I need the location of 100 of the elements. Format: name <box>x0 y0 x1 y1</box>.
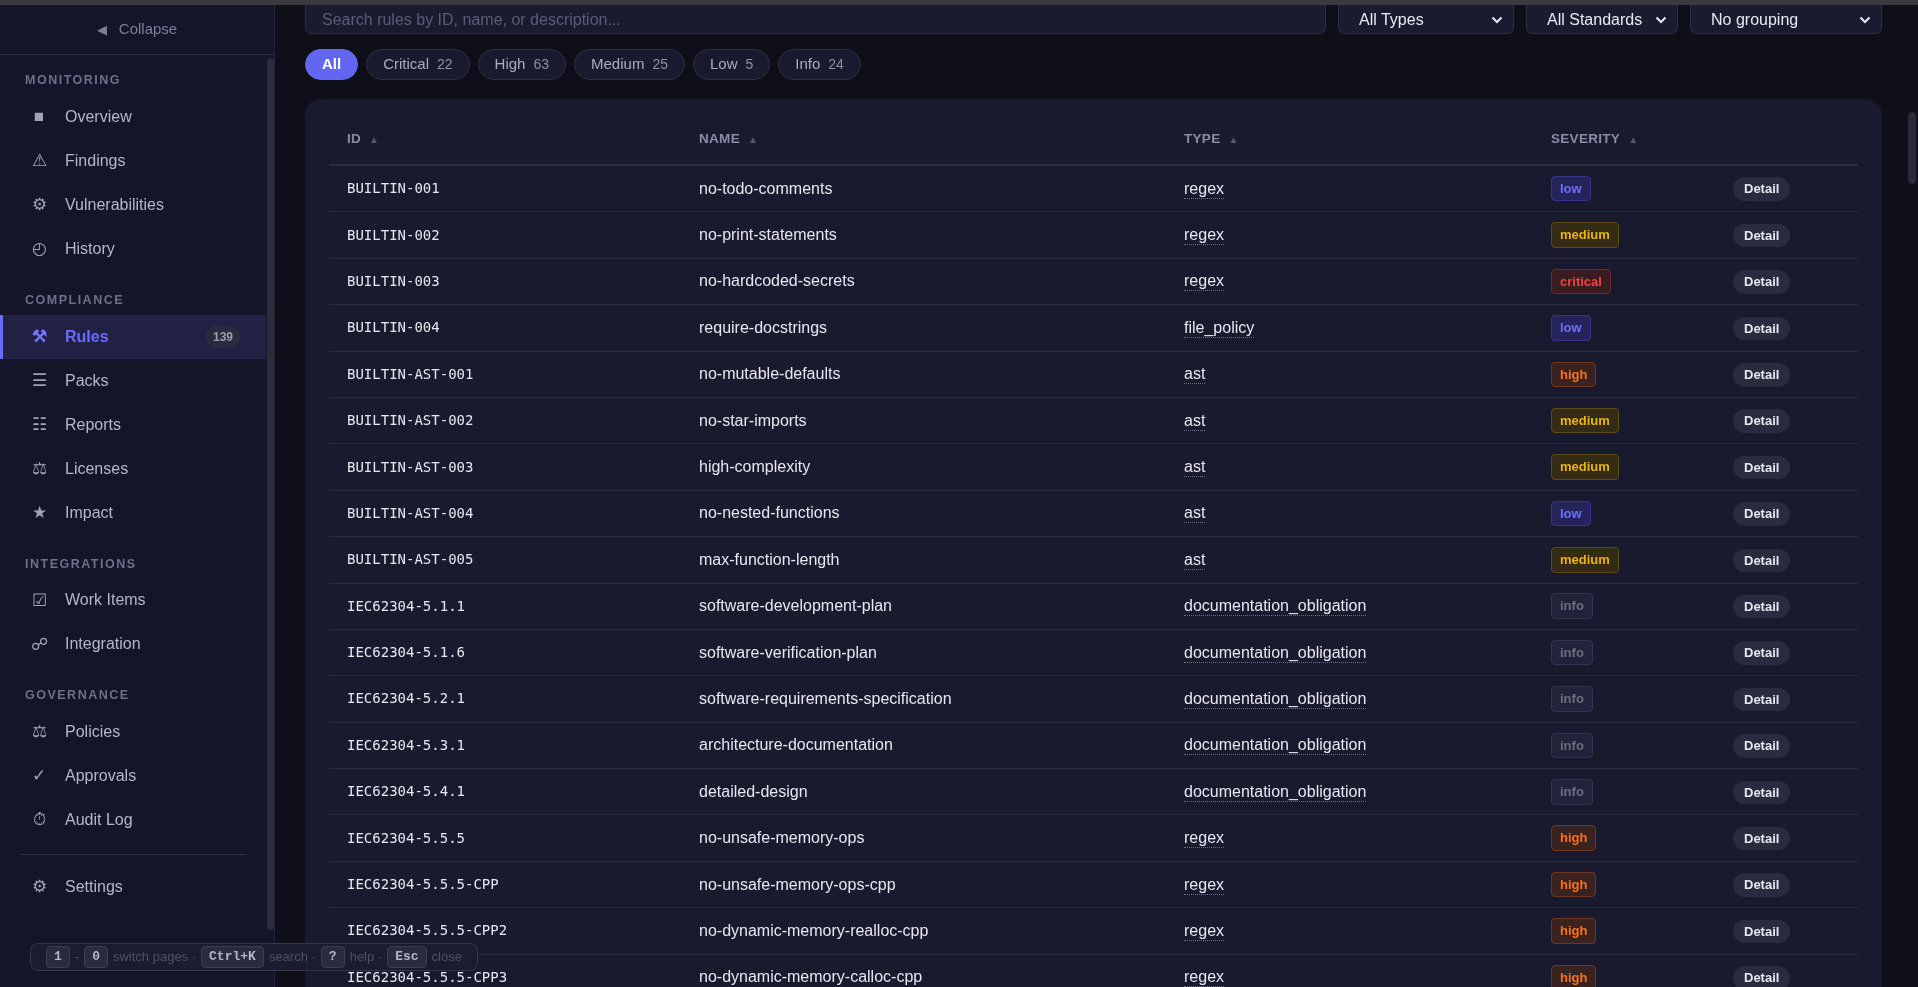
detail-button[interactable]: Detail <box>1733 502 1791 526</box>
sidebar-item[interactable]: ⚙ Settings <box>0 865 266 909</box>
table-cell-text: no-todo-comments <box>699 178 834 199</box>
sidebar-item[interactable]: ⚖ Policies <box>0 710 266 754</box>
detail-button[interactable]: Detail <box>1733 316 1791 341</box>
type-label[interactable]: documentation_obligation <box>1184 690 1367 709</box>
table-cell-text: BUILTIN-002 <box>346 225 441 245</box>
severity-filter-chip[interactable]: All <box>305 49 359 80</box>
sidebar-item[interactable]: ■ Overview <box>0 94 266 139</box>
severity-filter-chip[interactable]: High 63 <box>477 49 567 80</box>
severity-badge: critical <box>1551 268 1611 295</box>
filter-dropdown[interactable]: All Types <box>1338 5 1514 34</box>
severity-filter-chip[interactable]: Low 5 <box>692 49 771 80</box>
type-label[interactable]: regex <box>1184 829 1225 849</box>
type-label[interactable]: ast <box>1184 504 1206 524</box>
detail-button[interactable]: Detail <box>1733 594 1791 619</box>
severity-filter-chip[interactable]: Info 24 <box>778 49 861 80</box>
sidebar-item[interactable]: ⚒ Rules 139 <box>0 314 266 359</box>
detail-button[interactable]: Detail <box>1733 270 1791 294</box>
search-field[interactable]: Search rules by ID, name, or description... <box>305 5 1326 34</box>
table-cell-text: BUILTIN-AST-002 <box>346 411 475 431</box>
severity-badge: info <box>1551 686 1593 712</box>
table-cell-text: IEC62304-5.5.5-CPP3 <box>346 967 509 987</box>
table-cell-text: BUILTIN-001 <box>346 179 441 199</box>
type-label[interactable]: regex <box>1184 921 1225 941</box>
severity-badge: high <box>1551 964 1597 987</box>
detail-button[interactable]: Detail <box>1733 966 1791 987</box>
table-cell-text: architecture-documentation <box>699 735 894 756</box>
detail-button[interactable]: Detail <box>1733 177 1791 201</box>
sidebar-item[interactable]: ✓ Approvals <box>0 754 266 798</box>
table-cell-text: no-star-imports <box>699 410 808 431</box>
table-cell-text: no-dynamic-memory-realloc-cpp <box>699 920 930 941</box>
sidebar-item[interactable]: ⚠ Findings <box>0 138 266 183</box>
detail-button[interactable]: Detail <box>1733 873 1791 897</box>
sidebar-item[interactable]: ☰ Packs <box>0 358 266 403</box>
detail-button[interactable]: Detail <box>1733 687 1791 712</box>
key-cap: Esc <box>387 946 427 968</box>
nav-icon: ⚖ <box>30 719 48 745</box>
detail-button[interactable]: Detail <box>1733 734 1791 758</box>
nav-icon: ◴ <box>30 236 48 262</box>
scrollbar[interactable] <box>1908 112 1916 184</box>
type-label[interactable]: ast <box>1184 458 1206 478</box>
detail-button[interactable]: Detail <box>1733 409 1791 433</box>
sidebar-item[interactable]: ⏱ Audit Log <box>0 798 266 842</box>
type-label[interactable]: documentation_obligation <box>1184 597 1367 617</box>
column-header[interactable]: ID <box>347 129 362 150</box>
detail-button[interactable]: Detail <box>1733 455 1791 480</box>
sidebar-item[interactable]: ◴ History <box>0 226 266 271</box>
filter-dropdown[interactable]: All Standards <box>1526 5 1678 34</box>
type-label[interactable]: file_policy <box>1184 318 1255 338</box>
type-label[interactable]: regex <box>1184 875 1225 895</box>
sidebar-item[interactable]: ☑ Work Items <box>0 578 266 623</box>
severity-badge: medium <box>1551 222 1619 248</box>
detail-button[interactable]: Detail <box>1733 641 1791 665</box>
detail-button[interactable]: Detail <box>1733 780 1791 804</box>
sidebar-item[interactable]: ☍ Integration <box>0 622 266 667</box>
severity-filter-chip[interactable]: Critical 22 <box>366 49 470 80</box>
nav-icon: ⏱ <box>30 807 48 833</box>
type-label[interactable]: ast <box>1184 550 1206 570</box>
severity-badge: medium <box>1551 407 1619 434</box>
table-cell-text: software-development-plan <box>699 596 893 617</box>
sidebar-item[interactable]: ★ Impact <box>0 490 266 535</box>
key-cap: ? <box>320 946 345 968</box>
severity-badge: low <box>1551 500 1591 527</box>
table-cell-text: BUILTIN-AST-003 <box>346 457 475 477</box>
detail-button[interactable]: Detail <box>1733 223 1791 248</box>
type-label[interactable]: regex <box>1184 226 1225 246</box>
type-label[interactable]: regex <box>1184 272 1225 292</box>
filter-dropdown[interactable]: No grouping <box>1690 5 1882 34</box>
severity-badge: low <box>1551 175 1591 202</box>
type-label[interactable]: documentation_obligation <box>1184 643 1367 663</box>
type-label[interactable]: documentation_obligation <box>1184 782 1367 802</box>
sidebar-item[interactable]: ☷ Reports <box>0 402 266 447</box>
sidebar-item[interactable]: ⚖ Licenses <box>0 446 266 491</box>
chevron-down-icon <box>1655 15 1667 24</box>
sidebar-scrollbar[interactable] <box>267 58 274 930</box>
key-cap: 0 <box>84 946 108 968</box>
type-label[interactable]: regex <box>1184 968 1225 987</box>
type-label[interactable]: ast <box>1184 365 1206 385</box>
collapse-button[interactable]: ◀ Collapse <box>0 5 274 55</box>
column-header[interactable]: NAME <box>699 129 740 150</box>
detail-button[interactable]: Detail <box>1733 919 1791 944</box>
type-label[interactable]: regex <box>1184 179 1225 199</box>
severity-badge: medium <box>1551 547 1619 573</box>
type-label[interactable]: documentation_obligation <box>1184 736 1367 756</box>
section-heading: INTEGRATIONS <box>24 555 138 573</box>
detail-button[interactable]: Detail <box>1733 548 1791 573</box>
sidebar-item[interactable]: ⚙ Vulnerabilities <box>0 182 266 227</box>
nav-icon: ★ <box>30 499 48 526</box>
column-header[interactable]: TYPE <box>1184 129 1221 150</box>
hint-text: help · <box>349 948 383 967</box>
table-cell-text: high-complexity <box>699 457 812 478</box>
table-cell-text: BUILTIN-003 <box>346 271 441 291</box>
column-header[interactable]: SEVERITY <box>1551 129 1621 150</box>
detail-button[interactable]: Detail <box>1733 363 1791 387</box>
nav-icon: ⚒ <box>30 323 48 350</box>
detail-button[interactable]: Detail <box>1733 826 1791 851</box>
type-label[interactable]: ast <box>1184 411 1206 431</box>
table-cell-text: IEC62304-5.2.1 <box>346 689 466 709</box>
severity-filter-chip[interactable]: Medium 25 <box>574 49 685 80</box>
